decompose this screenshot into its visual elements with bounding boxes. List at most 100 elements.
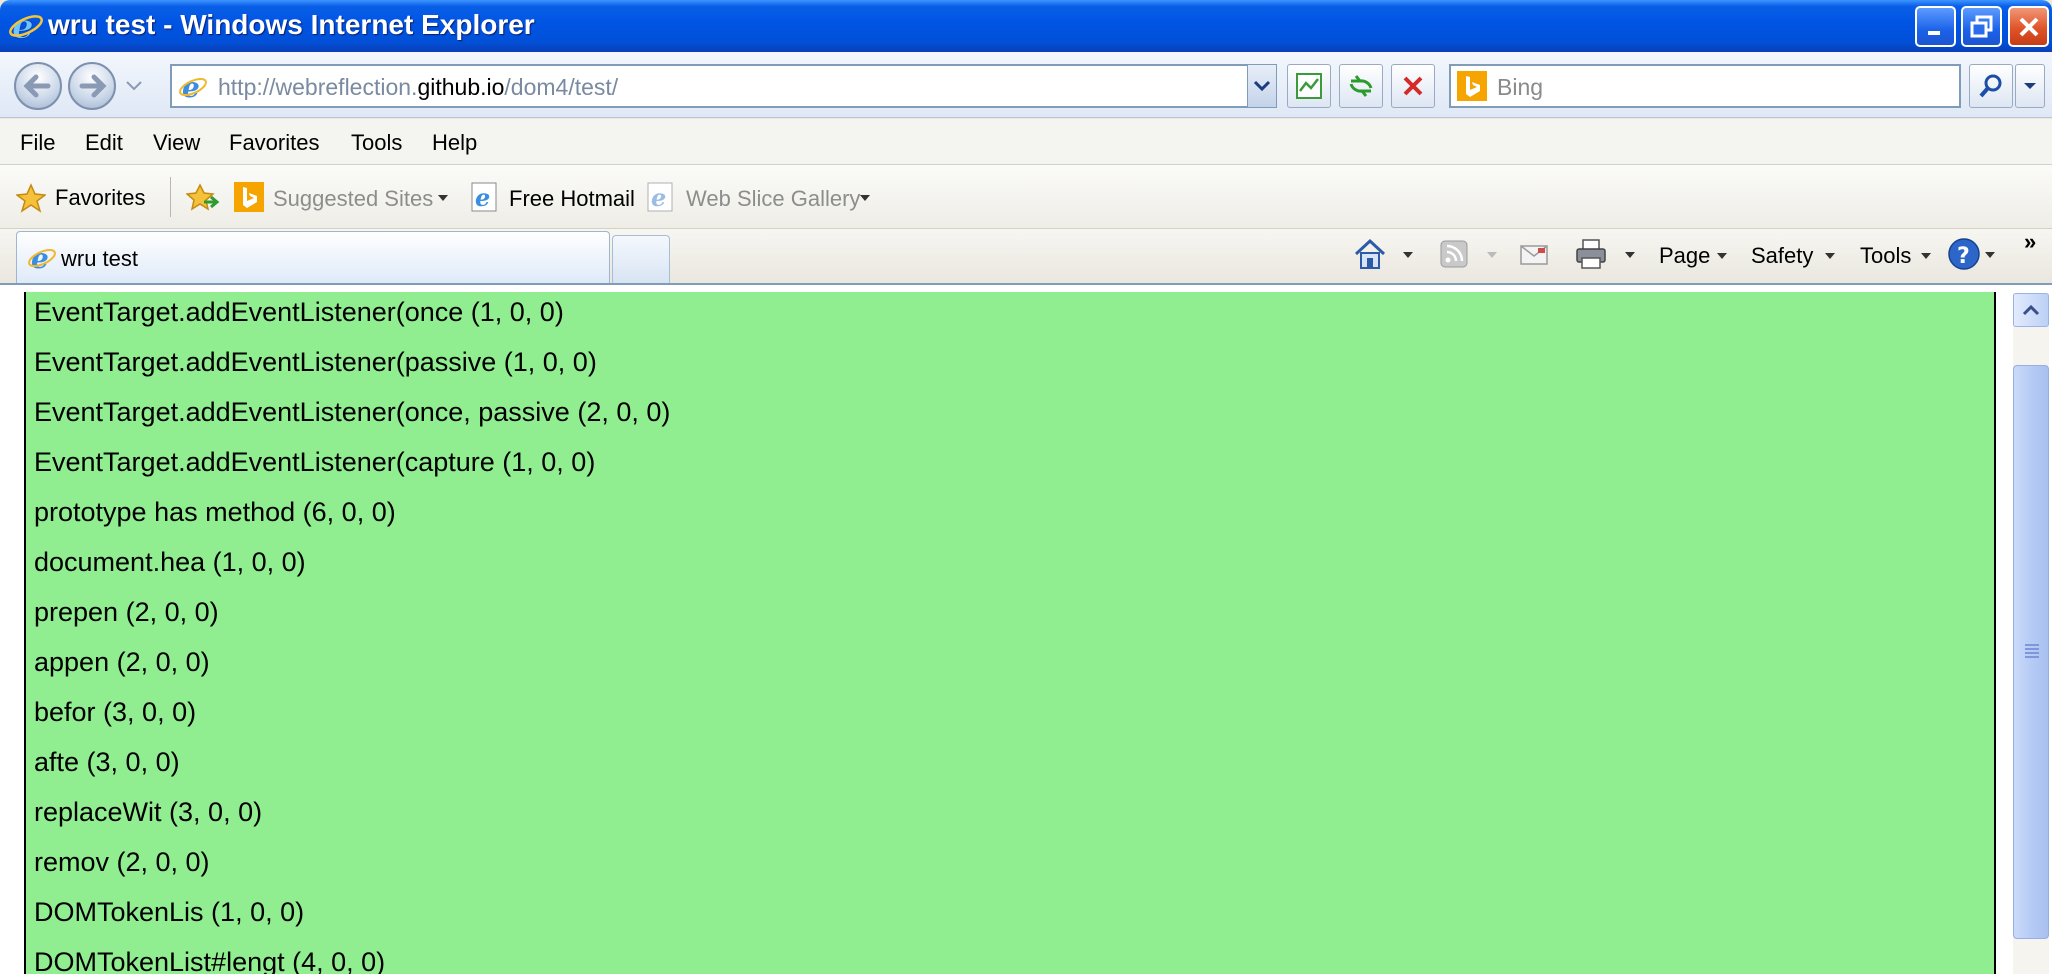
safety-menu-button[interactable]: Safety [1751,243,1813,269]
home-dropdown-caret[interactable] [1403,252,1413,258]
forward-button[interactable] [68,62,116,110]
suggested-sites-link[interactable]: Suggested Sites [273,186,433,212]
ie-page-icon: e [471,182,497,212]
result-line: EventTarget.addEventListener(once (1, 0,… [34,297,564,327]
search-input[interactable]: Bing [1449,64,1961,108]
feeds-icon[interactable] [1436,236,1472,272]
content-left-margin [0,285,24,974]
url-text[interactable]: http://webreflection.github.io/dom4/test… [218,74,618,101]
test-results-panel: EventTarget.addEventListener(once (1, 0,… [24,292,1996,974]
back-button[interactable] [14,62,62,110]
bing-logo-icon [1457,71,1487,101]
print-icon[interactable] [1573,236,1609,272]
refresh-icon [1349,75,1373,97]
favorites-button[interactable]: Favorites [55,185,145,211]
result-line: DOMTokenLis (1, 0, 0) [34,897,305,927]
compatibility-view-icon [1296,73,1322,99]
refresh-button[interactable] [1339,64,1383,108]
search-options-button[interactable] [2015,64,2045,108]
menu-edit[interactable]: Edit [85,130,123,156]
menu-favorites[interactable]: Favorites [229,130,319,156]
chevron-up-icon [2022,304,2040,316]
recent-pages-dropdown-icon[interactable] [126,80,142,92]
search-placeholder: Bing [1497,74,1544,100]
menu-view[interactable]: View [153,130,200,156]
url-prefix: http://webreflection. [218,74,418,100]
restore-icon [1970,15,1992,37]
vertical-scrollbar[interactable] [2013,293,2049,974]
feeds-dropdown-caret[interactable] [1487,252,1497,258]
page-menu-caret[interactable] [1717,253,1727,259]
close-button[interactable] [2008,6,2049,47]
tools-menu-button[interactable]: Tools [1860,243,1911,269]
restore-button[interactable] [1961,6,2002,47]
web-slice-icon: e [647,182,673,212]
page-favicon-icon: e [179,72,207,102]
url-path: /dom4/test/ [504,74,619,100]
add-to-favorites-bar-icon[interactable] [186,182,220,214]
menu-bar: File Edit View Favorites Tools Help [0,119,2052,165]
web-slice-gallery-caret[interactable] [860,195,870,201]
address-field[interactable]: e http://webreflection.github.io/dom4/te… [170,64,1275,108]
result-line: EventTarget.addEventListener(once, passi… [34,397,671,427]
result-line: prepen (2, 0, 0) [34,597,219,627]
result-line: afte (3, 0, 0) [34,747,180,777]
scroll-thumb[interactable] [2013,365,2049,939]
menu-file[interactable]: File [20,130,55,156]
search-button[interactable] [1969,64,2013,108]
window-title: wru test - Windows Internet Explorer [48,9,535,40]
web-slice-gallery-link[interactable]: Web Slice Gallery [686,186,860,212]
url-domain: github.io [417,74,505,100]
close-icon [2019,17,2038,36]
result-line: EventTarget.addEventListener(passive (1,… [34,347,597,377]
ie-logo-icon: e [9,8,43,44]
favorites-bar: Favorites Suggested Sites e Free Hotmail… [0,165,2052,229]
chevron-down-icon [1253,80,1271,92]
bing-logo-icon [234,182,264,212]
tools-menu-caret[interactable] [1921,253,1931,259]
read-mail-icon[interactable] [1516,236,1552,272]
scroll-thumb-grip [2025,644,2039,660]
print-dropdown-caret[interactable] [1625,252,1635,258]
address-toolbar: e http://webreflection.github.io/dom4/te… [0,52,2052,118]
minimize-icon [1927,30,1940,35]
page-menu-button[interactable]: Page [1659,243,1710,269]
minimize-button[interactable] [1915,6,1956,47]
result-line: document.hea (1, 0, 0) [34,547,306,577]
result-line: EventTarget.addEventListener(capture (1,… [34,447,596,477]
result-line: remov (2, 0, 0) [34,847,210,877]
tab-wru-test[interactable]: e wru test [16,231,610,283]
tab-label: wru test [61,246,139,271]
stop-icon [1403,76,1423,96]
svg-text:e: e [651,183,666,212]
svg-text:?: ? [1957,244,1970,269]
compatibility-view-button[interactable] [1287,64,1331,108]
command-bar-overflow-button[interactable]: » [2024,229,2036,255]
stop-button[interactable] [1391,64,1435,108]
address-dropdown-button[interactable] [1247,64,1277,108]
safety-menu-caret[interactable] [1825,253,1835,259]
menu-help[interactable]: Help [432,130,477,156]
title-bar[interactable]: e wru test - Windows Internet Explorer [0,0,2052,52]
new-tab-button[interactable] [612,235,670,283]
svg-text:e: e [475,183,490,212]
help-dropdown-caret[interactable] [1985,252,1995,258]
ie-logo-icon: e [28,243,56,273]
result-line: befor (3, 0, 0) [34,697,197,727]
scroll-up-button[interactable] [2013,293,2049,327]
help-icon[interactable]: ? [1946,236,1982,272]
favorites-separator [170,177,171,217]
favorites-star-icon [16,183,46,213]
svg-text:e: e [31,243,49,273]
result-line: replaceWit (3, 0, 0) [34,797,263,827]
arrow-right-icon [79,74,107,98]
tab-row: e wru test Page Safety Tools ? » [0,229,2052,283]
result-line: appen (2, 0, 0) [34,647,210,677]
menu-tools[interactable]: Tools [351,130,402,156]
chevron-down-icon [2024,83,2036,89]
result-line: DOMTokenList#lengt (4, 0, 0) [34,947,386,974]
result-line: prototype has method (6, 0, 0) [34,497,396,527]
home-icon[interactable] [1352,236,1388,272]
suggested-sites-caret[interactable] [438,195,448,201]
free-hotmail-link[interactable]: Free Hotmail [509,186,635,212]
